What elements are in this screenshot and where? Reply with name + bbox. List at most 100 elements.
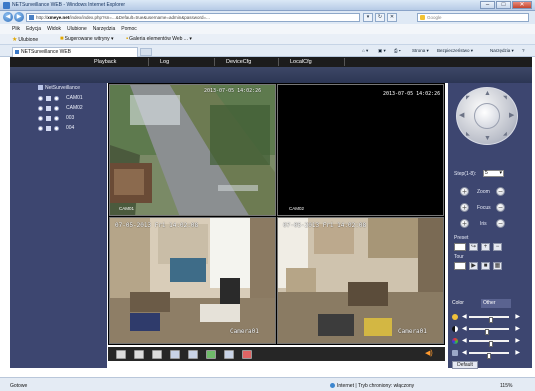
decrease-icon[interactable]: ◀ [462, 325, 467, 333]
record-icon[interactable] [54, 125, 59, 131]
decrease-icon[interactable]: ◀ [462, 349, 467, 357]
new-tab-button[interactable] [140, 48, 152, 56]
ptz-up-icon[interactable]: ▲ [484, 90, 491, 97]
hue-slider[interactable]: ◀ ▶ [452, 349, 528, 359]
decrease-icon[interactable]: ◀ [462, 313, 467, 321]
address-field[interactable]: http://xmeye.net/index/index.php?sn=...&… [26, 13, 360, 22]
ptz-right-icon[interactable]: ▶ [509, 112, 514, 119]
slider-track[interactable] [469, 340, 509, 347]
iris-close-icon[interactable]: − [496, 219, 505, 228]
minimize-button[interactable]: – [480, 1, 495, 9]
iris-open-icon[interactable]: + [460, 219, 469, 228]
snapshot-icon[interactable] [170, 349, 180, 359]
ptz-downright-icon[interactable]: ◢ [503, 131, 507, 138]
talk-icon[interactable] [224, 349, 234, 359]
increase-icon[interactable]: ▶ [515, 337, 520, 345]
saturation-slider[interactable]: ◀ ▶ [452, 337, 528, 347]
preset-add-icon[interactable]: + [481, 243, 490, 251]
record-all-icon[interactable] [188, 349, 198, 359]
menu-tools[interactable]: Narzędzia [93, 26, 116, 32]
camera-row[interactable]: CAM02 [38, 104, 83, 112]
ptz-center[interactable] [474, 103, 500, 129]
menu-favorites[interactable]: Ulubione [67, 26, 87, 32]
video-cell-2[interactable]: CAM02 2013-07-05 14:02:26 [277, 84, 444, 216]
record-icon[interactable] [54, 95, 59, 101]
video-cell-3[interactable]: 07-05-2013 Fri 14:02:08 Camera01 [109, 217, 276, 344]
preset-remove-icon[interactable]: − [493, 243, 502, 251]
menu-file[interactable]: Plik [12, 26, 20, 32]
tab-color[interactable]: Color [450, 299, 480, 308]
layout-4-icon[interactable] [152, 349, 162, 359]
increase-icon[interactable]: ▶ [515, 313, 520, 321]
contrast-slider[interactable]: ◀ ▶ [452, 325, 528, 335]
focus-far-icon[interactable]: − [496, 203, 505, 212]
stop-icon[interactable]: ✕ [387, 13, 397, 22]
video-cell-1[interactable]: CAM01 2013-07-05 14:02:26 [109, 84, 276, 216]
favorites-item-suggested[interactable]: ■Sugerowane witryny ▾ [60, 36, 114, 42]
record-icon[interactable] [54, 105, 59, 111]
compat-view-icon[interactable]: ▾ [363, 13, 373, 22]
command-page[interactable]: Strona ▾ [412, 48, 429, 54]
tour-stop-icon[interactable]: ■ [481, 262, 490, 270]
increase-icon[interactable]: ▶ [515, 349, 520, 357]
tour-play-icon[interactable]: ▶ [469, 262, 478, 270]
command-safety[interactable]: Bezpieczeństwo ▾ [437, 48, 473, 54]
home-icon[interactable]: ⌂ ▾ [362, 48, 368, 54]
speaker-icon[interactable]: ◀) [425, 350, 435, 358]
zoom-in-icon[interactable]: + [460, 187, 469, 196]
ptz-direction-pad[interactable]: ▲ ▼ ◀ ▶ ◤ ◥ ◣ ◢ [456, 87, 520, 145]
tab-other[interactable]: Other [481, 299, 511, 308]
nav-playback[interactable]: Playback [94, 59, 116, 65]
stream-icon[interactable] [46, 125, 51, 131]
zoom-level[interactable]: 115% [500, 383, 512, 389]
command-tools[interactable]: Narzędzia ▾ [490, 48, 514, 54]
forward-arrow-icon[interactable]: ▶ [14, 12, 24, 22]
camera-select-icon[interactable] [38, 125, 43, 131]
slider-knob[interactable] [485, 329, 490, 335]
nav-devicecfg[interactable]: DeviceCfg [226, 59, 251, 65]
close-button[interactable]: ✕ [512, 1, 532, 9]
stream-icon[interactable] [46, 95, 51, 101]
video-cell-4[interactable]: 07-05-2013 Fri 14:02:08 Camera01 [277, 217, 444, 344]
open-all-icon[interactable] [206, 349, 216, 359]
ptz-upleft-icon[interactable]: ◤ [466, 95, 470, 102]
help-icon[interactable]: ? [522, 48, 525, 53]
menu-view[interactable]: Widok [47, 26, 61, 32]
camera-select-icon[interactable] [38, 95, 43, 101]
close-all-icon[interactable] [242, 349, 252, 359]
nav-localcfg[interactable]: LocalCfg [290, 59, 312, 65]
slider-knob[interactable] [488, 341, 493, 347]
tour-grid-icon[interactable]: ▦ [493, 262, 502, 270]
tab-netsurveillance[interactable]: NETSurveillance WEB [12, 47, 138, 57]
ptz-downleft-icon[interactable]: ◣ [466, 131, 470, 138]
focus-near-icon[interactable]: + [460, 203, 469, 212]
layout-1-icon[interactable] [134, 349, 144, 359]
default-button[interactable]: Default [452, 361, 478, 369]
camera-row[interactable]: 004 [38, 124, 74, 132]
maximize-button[interactable]: □ [496, 1, 511, 9]
decrease-icon[interactable]: ◀ [462, 337, 467, 345]
feeds-icon[interactable]: ▣ ▾ [378, 48, 386, 54]
slider-track[interactable] [469, 328, 509, 335]
back-arrow-icon[interactable]: ◀ [3, 12, 13, 22]
favorites-button[interactable]: ★Ulubione [12, 36, 38, 43]
ptz-upright-icon[interactable]: ◥ [503, 95, 507, 102]
step-select[interactable]: 5 [483, 170, 504, 177]
slider-knob[interactable] [487, 353, 491, 359]
stream-icon[interactable] [46, 115, 51, 121]
favorites-item-gallery[interactable]: ▪Galeria elementów Web ... ▾ [126, 36, 192, 42]
search-input[interactable]: Google [417, 13, 529, 22]
camera-select-icon[interactable] [38, 105, 43, 111]
fullscreen-icon[interactable] [116, 349, 126, 359]
stream-icon[interactable] [46, 105, 51, 111]
device-tree-root[interactable]: NetSurveillance [38, 85, 80, 91]
slider-track[interactable] [469, 316, 509, 323]
preset-field[interactable] [454, 243, 466, 251]
slider-knob[interactable] [488, 317, 493, 323]
camera-row[interactable]: CAM01 [38, 94, 83, 102]
menu-edit[interactable]: Edycja [26, 26, 41, 32]
print-icon[interactable]: ⎙ ▾ [394, 48, 401, 53]
camera-select-icon[interactable] [38, 115, 43, 121]
slider-track[interactable] [469, 352, 509, 359]
record-icon[interactable] [54, 115, 59, 121]
